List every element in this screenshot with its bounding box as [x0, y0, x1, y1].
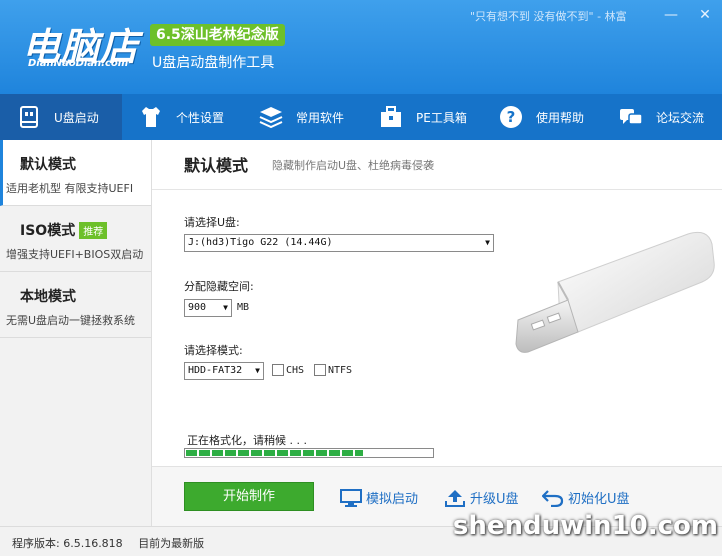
close-icon[interactable]: ✕	[696, 6, 714, 24]
mode-title: 默认模式	[20, 157, 76, 173]
chs-checkbox[interactable]	[272, 364, 284, 376]
nav-label: 常用软件	[296, 110, 345, 125]
progress-fill	[186, 450, 364, 456]
simulate-boot-label: 模拟启动	[366, 492, 419, 507]
recommended-badge: 推荐	[79, 222, 108, 239]
monitor-icon	[340, 488, 362, 507]
chevron-down-icon: ▼	[485, 238, 490, 247]
ntfs-label: NTFS	[328, 365, 353, 376]
shirt-icon	[138, 104, 164, 130]
mode-default[interactable]: 默认模式 适用老机型 有限支持UEFI	[0, 140, 151, 206]
upload-icon	[445, 489, 465, 507]
mode-desc: 无需U盘启动一键拯救系统	[6, 314, 136, 327]
nav-label: 论坛交流	[656, 110, 705, 125]
chat-icon	[618, 104, 644, 130]
hidden-space-value: 900	[188, 302, 207, 313]
mode-select-value: HDD-FAT32	[188, 365, 243, 376]
nav-label: 个性设置	[176, 110, 225, 125]
chevron-down-icon: ▼	[255, 366, 260, 375]
status-version: 程序版本: 6.5.16.818 目前为最新版	[12, 535, 204, 551]
nav-item-pe-toolbox[interactable]: PE工具箱	[362, 94, 482, 140]
layers-icon	[258, 104, 284, 130]
nav-item-forum[interactable]: 论坛交流	[602, 94, 722, 140]
content-panel: 默认模式 隐藏制作启动U盘、杜绝病毒侵袭 请选择U盘: J:(hd3)Tigo …	[152, 140, 722, 526]
upgrade-usb-label: 升级U盘	[470, 492, 519, 507]
content-description: 隐藏制作启动U盘、杜绝病毒侵袭	[272, 159, 435, 172]
app-header: 电脑店 DianNaoDian.com 6.5深山老林纪念版 U盘启动盘制作工具…	[0, 0, 722, 94]
latest-text: 目前为最新版	[138, 537, 205, 550]
hidden-space-select[interactable]: 900 ▼	[184, 299, 232, 317]
status-bar: 程序版本: 6.5.16.818 目前为最新版 shenduwin10.com	[0, 511, 722, 556]
mode-desc: 适用老机型 有限支持UEFI	[6, 182, 134, 195]
init-usb-button[interactable]: 初始化U盘	[542, 488, 630, 507]
usb-select[interactable]: J:(hd3)Tigo G22 (14.44G) ▼	[184, 234, 494, 252]
mode-desc: 增强支持UEFI+BIOS双启动	[6, 248, 144, 261]
usb-select-value: J:(hd3)Tigo G22 (14.44G)	[188, 237, 333, 248]
nav-item-personalize[interactable]: 个性设置	[122, 94, 242, 140]
version-text: 程序版本: 6.5.16.818	[12, 537, 123, 550]
ntfs-checkbox[interactable]	[314, 364, 326, 376]
mode-select-label: 请选择模式:	[184, 344, 243, 357]
usb-drive-illustration	[515, 231, 715, 353]
progress-text: 正在格式化，请稍候 . . .	[187, 434, 307, 447]
hidden-space-unit: MB	[237, 302, 250, 313]
main-nav: U盘启动 个性设置 常用软件 PE工具箱 ? 使用帮助 论坛交流	[0, 94, 722, 140]
start-button[interactable]: 开始制作	[184, 482, 314, 511]
simulate-boot-button[interactable]: 模拟启动	[340, 488, 418, 507]
minimize-icon[interactable]: —	[662, 6, 680, 24]
logo-subtext: DianNaoDian.com	[28, 58, 129, 69]
init-usb-label: 初始化U盘	[568, 492, 630, 507]
nav-item-software[interactable]: 常用软件	[242, 94, 362, 140]
mode-sidebar: 默认模式 适用老机型 有限支持UEFI ISO模式 推荐 增强支持UEFI+BIO…	[0, 140, 152, 526]
hidden-space-label: 分配隐藏空间:	[184, 280, 254, 293]
select-usb-label: 请选择U盘:	[184, 216, 240, 229]
nav-item-usb-boot[interactable]: U盘启动	[0, 94, 122, 140]
toolbox-icon	[378, 104, 404, 130]
nav-label: 使用帮助	[536, 110, 585, 125]
chs-label: CHS	[286, 365, 305, 376]
mode-title: 本地模式	[20, 289, 76, 305]
usb-drive-icon	[16, 104, 42, 130]
content-title: 默认模式	[184, 156, 249, 175]
mode-local[interactable]: 本地模式 无需U盘启动一键拯救系统	[0, 272, 151, 338]
app-subtitle: U盘启动盘制作工具	[152, 55, 275, 71]
window-controls: — ✕	[662, 6, 714, 24]
undo-icon	[542, 489, 564, 507]
nav-item-help[interactable]: ? 使用帮助	[482, 94, 602, 140]
nav-label: PE工具箱	[416, 110, 467, 125]
mode-select[interactable]: HDD-FAT32 ▼	[184, 362, 264, 380]
upgrade-usb-button[interactable]: 升级U盘	[444, 488, 519, 507]
format-progress-bar	[184, 448, 434, 458]
mode-title: ISO模式	[20, 223, 76, 239]
watermark: shenduwin10.com	[452, 511, 718, 541]
content-header: 默认模式 隐藏制作启动U盘、杜绝病毒侵袭	[152, 140, 722, 190]
chevron-down-icon: ▼	[223, 303, 228, 312]
help-icon: ?	[498, 104, 524, 130]
mode-iso[interactable]: ISO模式 推荐 增强支持UEFI+BIOS双启动	[0, 206, 151, 272]
nav-label: U盘启动	[54, 110, 99, 125]
svg-text:?: ?	[507, 108, 516, 126]
version-badge: 6.5深山老林纪念版	[150, 24, 285, 46]
slogan: "只有想不到 没有做不到" - 林富	[470, 10, 627, 23]
